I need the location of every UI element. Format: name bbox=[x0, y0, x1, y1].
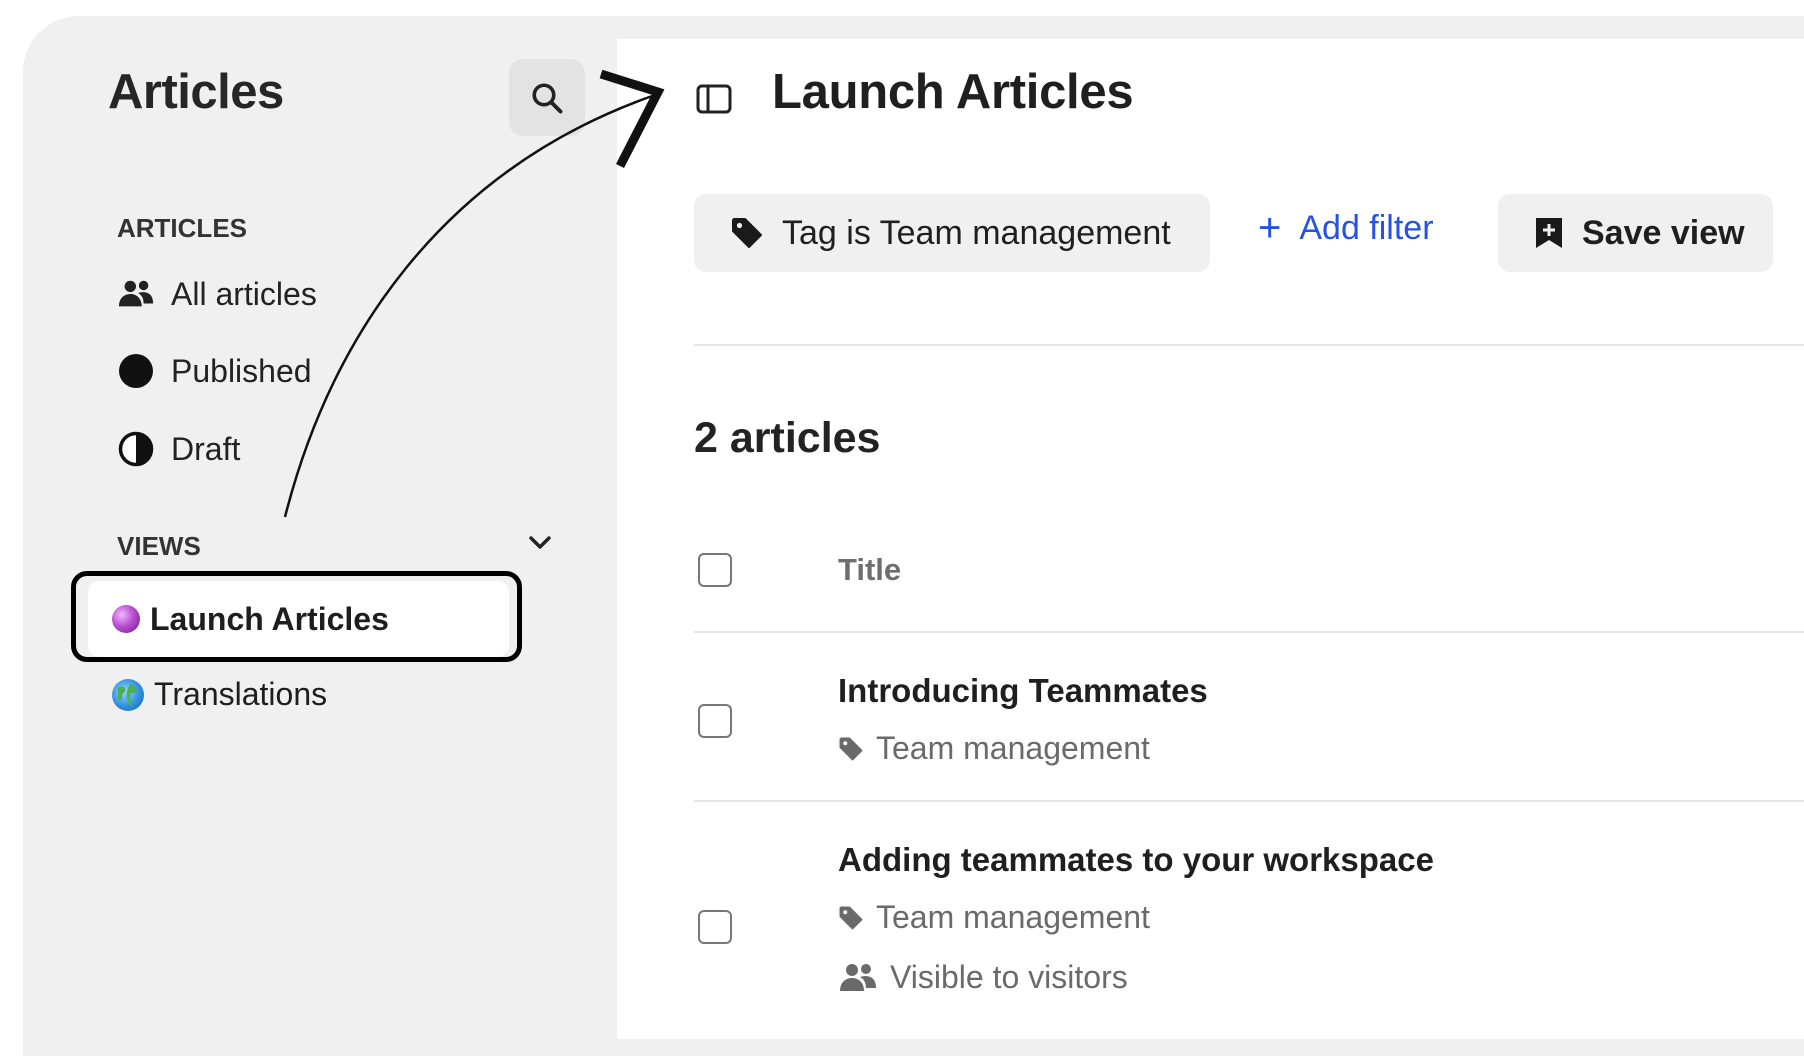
row-checkbox[interactable] bbox=[698, 910, 732, 944]
article-title-link[interactable]: Adding teammates to your workspace bbox=[838, 841, 1434, 879]
save-view-label: Save view bbox=[1582, 213, 1745, 252]
tag-icon bbox=[732, 218, 762, 248]
sidebar-item-all-articles[interactable]: All articles bbox=[117, 275, 317, 313]
people-icon bbox=[838, 961, 878, 995]
tag-filter-label: Tag is Team management bbox=[782, 213, 1171, 252]
article-tag: Team management bbox=[838, 899, 1150, 936]
article-tag-label: Team management bbox=[876, 899, 1150, 935]
tag-icon bbox=[838, 905, 864, 931]
view-item-label: Translations bbox=[154, 676, 328, 712]
add-filter-button[interactable]: + Add filter bbox=[1258, 208, 1434, 248]
section-label-articles: ARTICLES bbox=[117, 213, 247, 243]
sidebar-toggle-icon[interactable] bbox=[695, 80, 733, 118]
search-icon bbox=[532, 82, 563, 113]
article-tag: Team management bbox=[838, 730, 1150, 767]
tag-filter-chip[interactable]: Tag is Team management bbox=[694, 194, 1210, 272]
divider bbox=[694, 631, 1804, 633]
plus-icon: + bbox=[1258, 206, 1282, 250]
sidebar-item-draft[interactable]: Draft bbox=[117, 430, 240, 468]
view-item-translations[interactable]: Translations bbox=[88, 676, 327, 713]
half-circle-icon bbox=[117, 430, 155, 468]
divider bbox=[694, 344, 1804, 346]
filled-circle-icon bbox=[117, 352, 155, 390]
sidebar-item-label: Draft bbox=[171, 430, 241, 467]
article-visibility-label: Visible to visitors bbox=[890, 959, 1128, 995]
people-icon bbox=[117, 275, 155, 313]
view-item-label: Launch Articles bbox=[150, 600, 389, 637]
globe-icon bbox=[112, 678, 144, 711]
article-count: 2 articles bbox=[694, 414, 881, 462]
crystal-ball-icon bbox=[112, 605, 140, 633]
tag-icon bbox=[838, 736, 864, 762]
row-checkbox[interactable] bbox=[698, 704, 732, 738]
bookmark-plus-icon bbox=[1536, 218, 1562, 248]
main-panel bbox=[617, 39, 1804, 1039]
sidebar-title: Articles bbox=[108, 65, 284, 119]
article-title-link[interactable]: Introducing Teammates bbox=[838, 672, 1208, 710]
column-header-title[interactable]: Title bbox=[838, 552, 901, 588]
divider bbox=[694, 800, 1804, 802]
page-title: Launch Articles bbox=[772, 65, 1134, 119]
section-label-views: VIEWS bbox=[117, 531, 201, 561]
save-view-button[interactable]: Save view bbox=[1498, 194, 1773, 272]
chevron-down-icon[interactable] bbox=[527, 530, 553, 556]
sidebar-item-label: Published bbox=[171, 352, 312, 389]
search-button[interactable] bbox=[509, 59, 585, 136]
sidebar-item-published[interactable]: Published bbox=[117, 352, 312, 390]
view-item-launch-articles[interactable]: Launch Articles bbox=[88, 581, 509, 657]
article-visibility: Visible to visitors bbox=[838, 959, 1128, 996]
sidebar-item-label: All articles bbox=[171, 275, 317, 312]
article-tag-label: Team management bbox=[876, 730, 1150, 766]
add-filter-label: Add filter bbox=[1299, 208, 1434, 247]
select-all-checkbox[interactable] bbox=[698, 553, 732, 587]
